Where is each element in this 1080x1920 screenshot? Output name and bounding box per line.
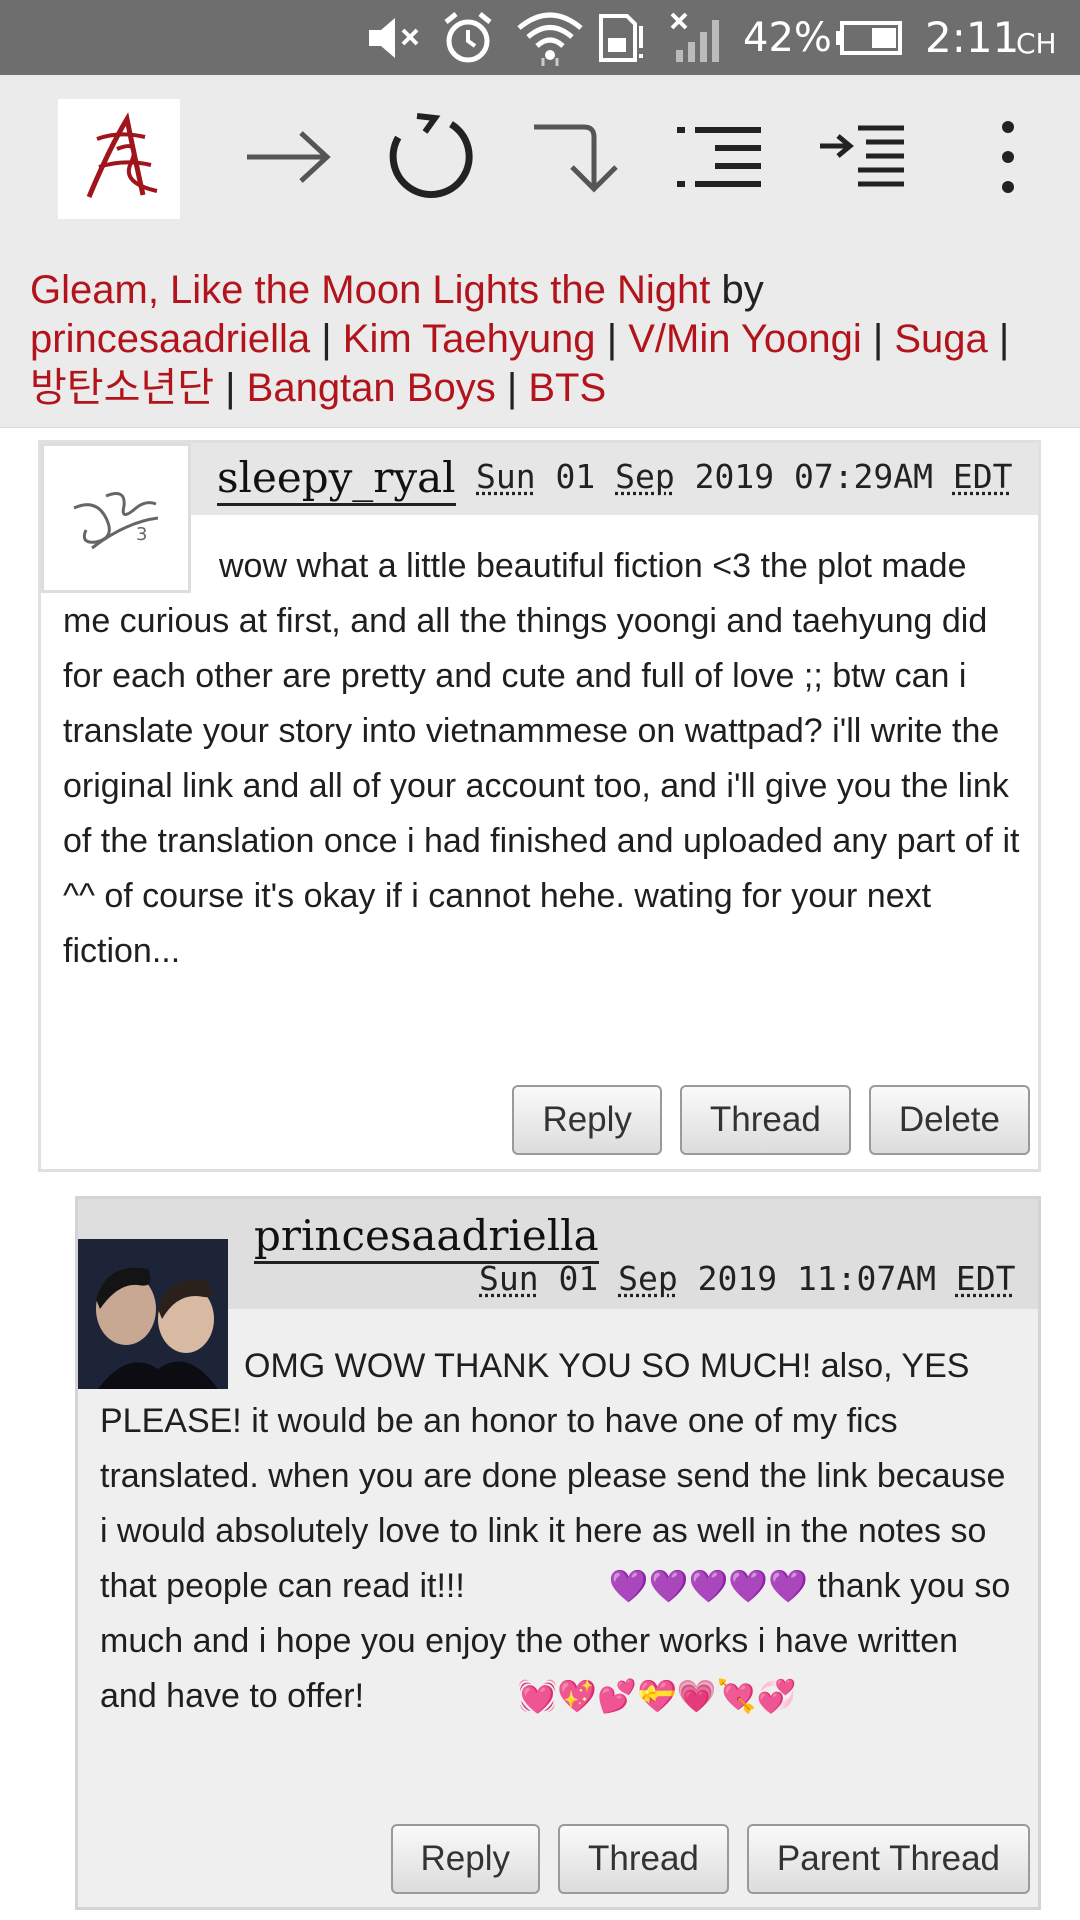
indent-icon[interactable]: [803, 97, 923, 217]
date-time: 11:07AM: [796, 1259, 937, 1298]
comment-date: Sun 01 Sep 2019 11:07AM EDT: [479, 1259, 1016, 1298]
comment-actions: Reply Thread Parent Thread: [390, 1824, 1030, 1894]
date-num: 01: [558, 1259, 599, 1298]
down-right-arrow-icon[interactable]: [515, 97, 635, 217]
separator: |: [321, 317, 332, 361]
comment: 3 sleepy_ryal Sun 01 Sep 2019 07:29AM ED…: [38, 440, 1041, 1172]
alarm-icon: [444, 12, 492, 63]
no-signal-icon: [670, 12, 719, 62]
red-hearts: 💓💖💕💝💗💘💞: [517, 1678, 797, 1714]
sd-card-icon: [599, 14, 643, 62]
reply-button[interactable]: Reply: [390, 1824, 540, 1894]
refresh-icon[interactable]: [372, 97, 492, 217]
fandom-link-kim-taehyung[interactable]: Kim Taehyung: [343, 317, 596, 361]
work-header: Gleam, Like the Moon Lights the Night by…: [0, 250, 1080, 428]
clock: 2:11: [925, 13, 1020, 62]
ao3-logo-icon: [86, 112, 158, 198]
fandom-link-bangtan-boys[interactable]: Bangtan Boys: [247, 366, 496, 410]
fandom-link-suga[interactable]: Suga: [894, 317, 987, 361]
fandom-link-vmin-yoongi[interactable]: V/Min Yoongi: [628, 317, 862, 361]
comment-username[interactable]: sleepy_ryal: [217, 453, 456, 506]
ao3-logo[interactable]: [58, 99, 180, 219]
separator: |: [998, 317, 1010, 361]
list-icon[interactable]: [660, 97, 780, 217]
status-bar: 42% 2:11 CH: [0, 0, 1080, 75]
by-label: by: [721, 268, 764, 312]
clock-suffix: CH: [1016, 27, 1057, 60]
comment-body: wow what a little beautiful fiction <3 t…: [63, 547, 1020, 970]
date-year: 2019: [697, 1259, 778, 1298]
battery-percent: 42%: [743, 14, 832, 61]
author-link[interactable]: princesaadriella: [30, 317, 310, 361]
separator: |: [506, 366, 518, 410]
comment-date: Sun 01 Sep 2019 07:29AM EDT: [476, 457, 1013, 496]
parent-thread-button[interactable]: Parent Thread: [746, 1824, 1030, 1894]
date-time: 07:29AM: [793, 457, 934, 496]
separator: |: [225, 366, 236, 410]
date-num: 01: [555, 457, 596, 496]
work-title-link[interactable]: Gleam, Like the Moon Lights the Night: [30, 268, 710, 312]
fandom-link-bts[interactable]: BTS: [528, 366, 606, 410]
date-day: Sun: [476, 457, 536, 496]
wifi-icon: [517, 12, 583, 66]
comment-actions: Reply Thread Delete: [512, 1085, 1030, 1155]
reply-button[interactable]: Reply: [512, 1085, 662, 1155]
thread-button[interactable]: Thread: [679, 1085, 851, 1155]
fandom-link-bangtan-korean[interactable]: 방탄소년단: [30, 366, 214, 410]
date-tz: EDT: [955, 1259, 1016, 1298]
comment-username[interactable]: princesaadriella: [254, 1211, 599, 1264]
toolbar: [0, 75, 1080, 250]
battery-icon: [836, 21, 902, 55]
delete-button[interactable]: Delete: [868, 1085, 1030, 1155]
date-month: Sep: [615, 457, 675, 496]
forward-arrow-icon[interactable]: [228, 97, 348, 217]
thread-button[interactable]: Thread: [557, 1824, 729, 1894]
comment-reply: princesaadriella Sun 01 Sep 2019 11:07AM…: [75, 1196, 1041, 1910]
more-vertical-icon[interactable]: [948, 97, 1068, 217]
date-month: Sep: [618, 1259, 678, 1298]
separator: |: [872, 317, 884, 361]
comment-body: OMG WOW THANK YOU SO MUCH! also, YES PLE…: [100, 1339, 1020, 1724]
date-year: 2019: [694, 457, 775, 496]
mute-icon: [369, 18, 419, 58]
separator: |: [606, 317, 618, 361]
purple-hearts: 💜💜💜💜💜: [608, 1568, 809, 1604]
date-day: Sun: [479, 1259, 539, 1298]
date-tz: EDT: [952, 457, 1013, 496]
